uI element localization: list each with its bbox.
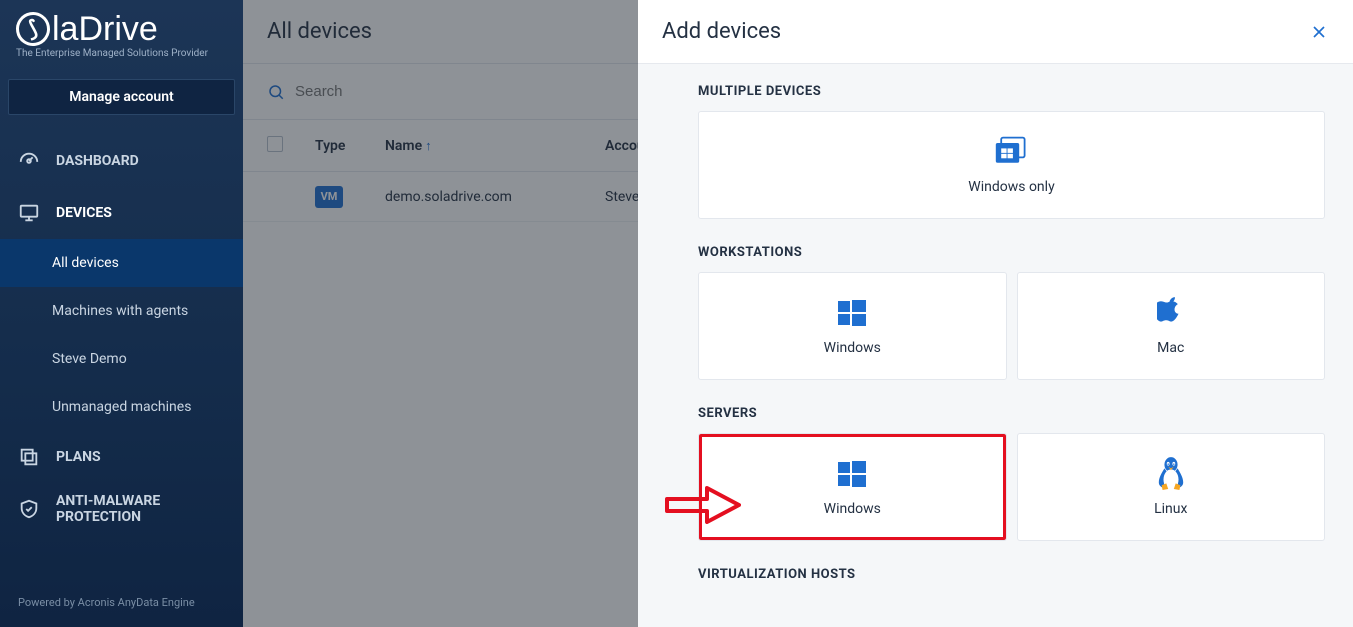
shield-icon: [18, 498, 40, 520]
card-server-linux[interactable]: Linux: [1017, 433, 1326, 541]
card-workstation-mac[interactable]: Mac: [1017, 272, 1326, 380]
panel-header: Add devices: [638, 0, 1353, 64]
card-workstation-windows[interactable]: Windows: [698, 272, 1007, 380]
section-virtualization-hosts: VIRTUALIZATION HOSTS: [698, 567, 1325, 582]
powered-by-text: Powered by Acronis AnyData Engine: [0, 584, 243, 627]
windows-stack-icon: [994, 135, 1030, 169]
windows-icon: [834, 296, 870, 330]
section-workstations: WORKSTATIONS: [698, 245, 1325, 260]
card-windows-only[interactable]: Windows only: [698, 111, 1325, 219]
nav-devices[interactable]: DEVICES: [0, 187, 243, 239]
manage-account-button[interactable]: Manage account: [8, 79, 235, 115]
nav-plans[interactable]: PLANS: [0, 431, 243, 483]
panel-body: MULTIPLE DEVICES Windows only WORKSTATIO…: [638, 64, 1353, 627]
card-windows-only-label: Windows only: [968, 179, 1054, 195]
section-servers: SERVERS: [698, 406, 1325, 421]
brand-tagline: The Enterprise Managed Solutions Provide…: [16, 48, 227, 59]
brand-name: ⟆ laDrive: [16, 12, 227, 46]
monitor-icon: [18, 202, 40, 224]
nav-plans-label: PLANS: [56, 449, 101, 465]
nav-dashboard[interactable]: DASHBOARD: [0, 135, 243, 187]
apple-icon: [1153, 296, 1189, 330]
linux-penguin-icon: [1153, 457, 1189, 491]
add-devices-panel: Add devices MULTIPLE DEVICES Windows onl…: [638, 0, 1353, 627]
nav-sub-unmanaged[interactable]: Unmanaged machines: [0, 383, 243, 431]
dashboard-gauge-icon: [18, 150, 40, 172]
section-multiple-devices: MULTIPLE DEVICES: [698, 84, 1325, 99]
card-workstation-windows-label: Windows: [824, 340, 881, 356]
sidebar: ⟆ laDrive The Enterprise Managed Solutio…: [0, 0, 243, 627]
nav-devices-label: DEVICES: [56, 205, 112, 221]
windows-icon: [834, 457, 870, 491]
nav-dashboard-label: DASHBOARD: [56, 153, 139, 169]
nav-antimalware-label: ANTI-MALWARE PROTECTION: [56, 493, 160, 525]
brand-logo: ⟆ laDrive The Enterprise Managed Solutio…: [0, 0, 243, 65]
brand-s-icon: ⟆: [13, 9, 52, 48]
card-server-windows[interactable]: Windows: [698, 433, 1007, 541]
nav-sub-with-agents[interactable]: Machines with agents: [0, 287, 243, 335]
close-icon[interactable]: [1309, 22, 1329, 42]
card-server-linux-label: Linux: [1154, 501, 1187, 517]
nav-sub-all-devices[interactable]: All devices: [0, 239, 243, 287]
nav: DASHBOARD DEVICES All devices Machines w…: [0, 135, 243, 535]
panel-title: Add devices: [662, 19, 781, 44]
card-workstation-mac-label: Mac: [1157, 340, 1184, 356]
nav-antimalware[interactable]: ANTI-MALWARE PROTECTION: [0, 483, 243, 535]
card-server-windows-label: Windows: [824, 501, 881, 517]
brand-text: laDrive: [52, 12, 158, 46]
plans-stack-icon: [18, 446, 40, 468]
nav-sub-steve-demo[interactable]: Steve Demo: [0, 335, 243, 383]
